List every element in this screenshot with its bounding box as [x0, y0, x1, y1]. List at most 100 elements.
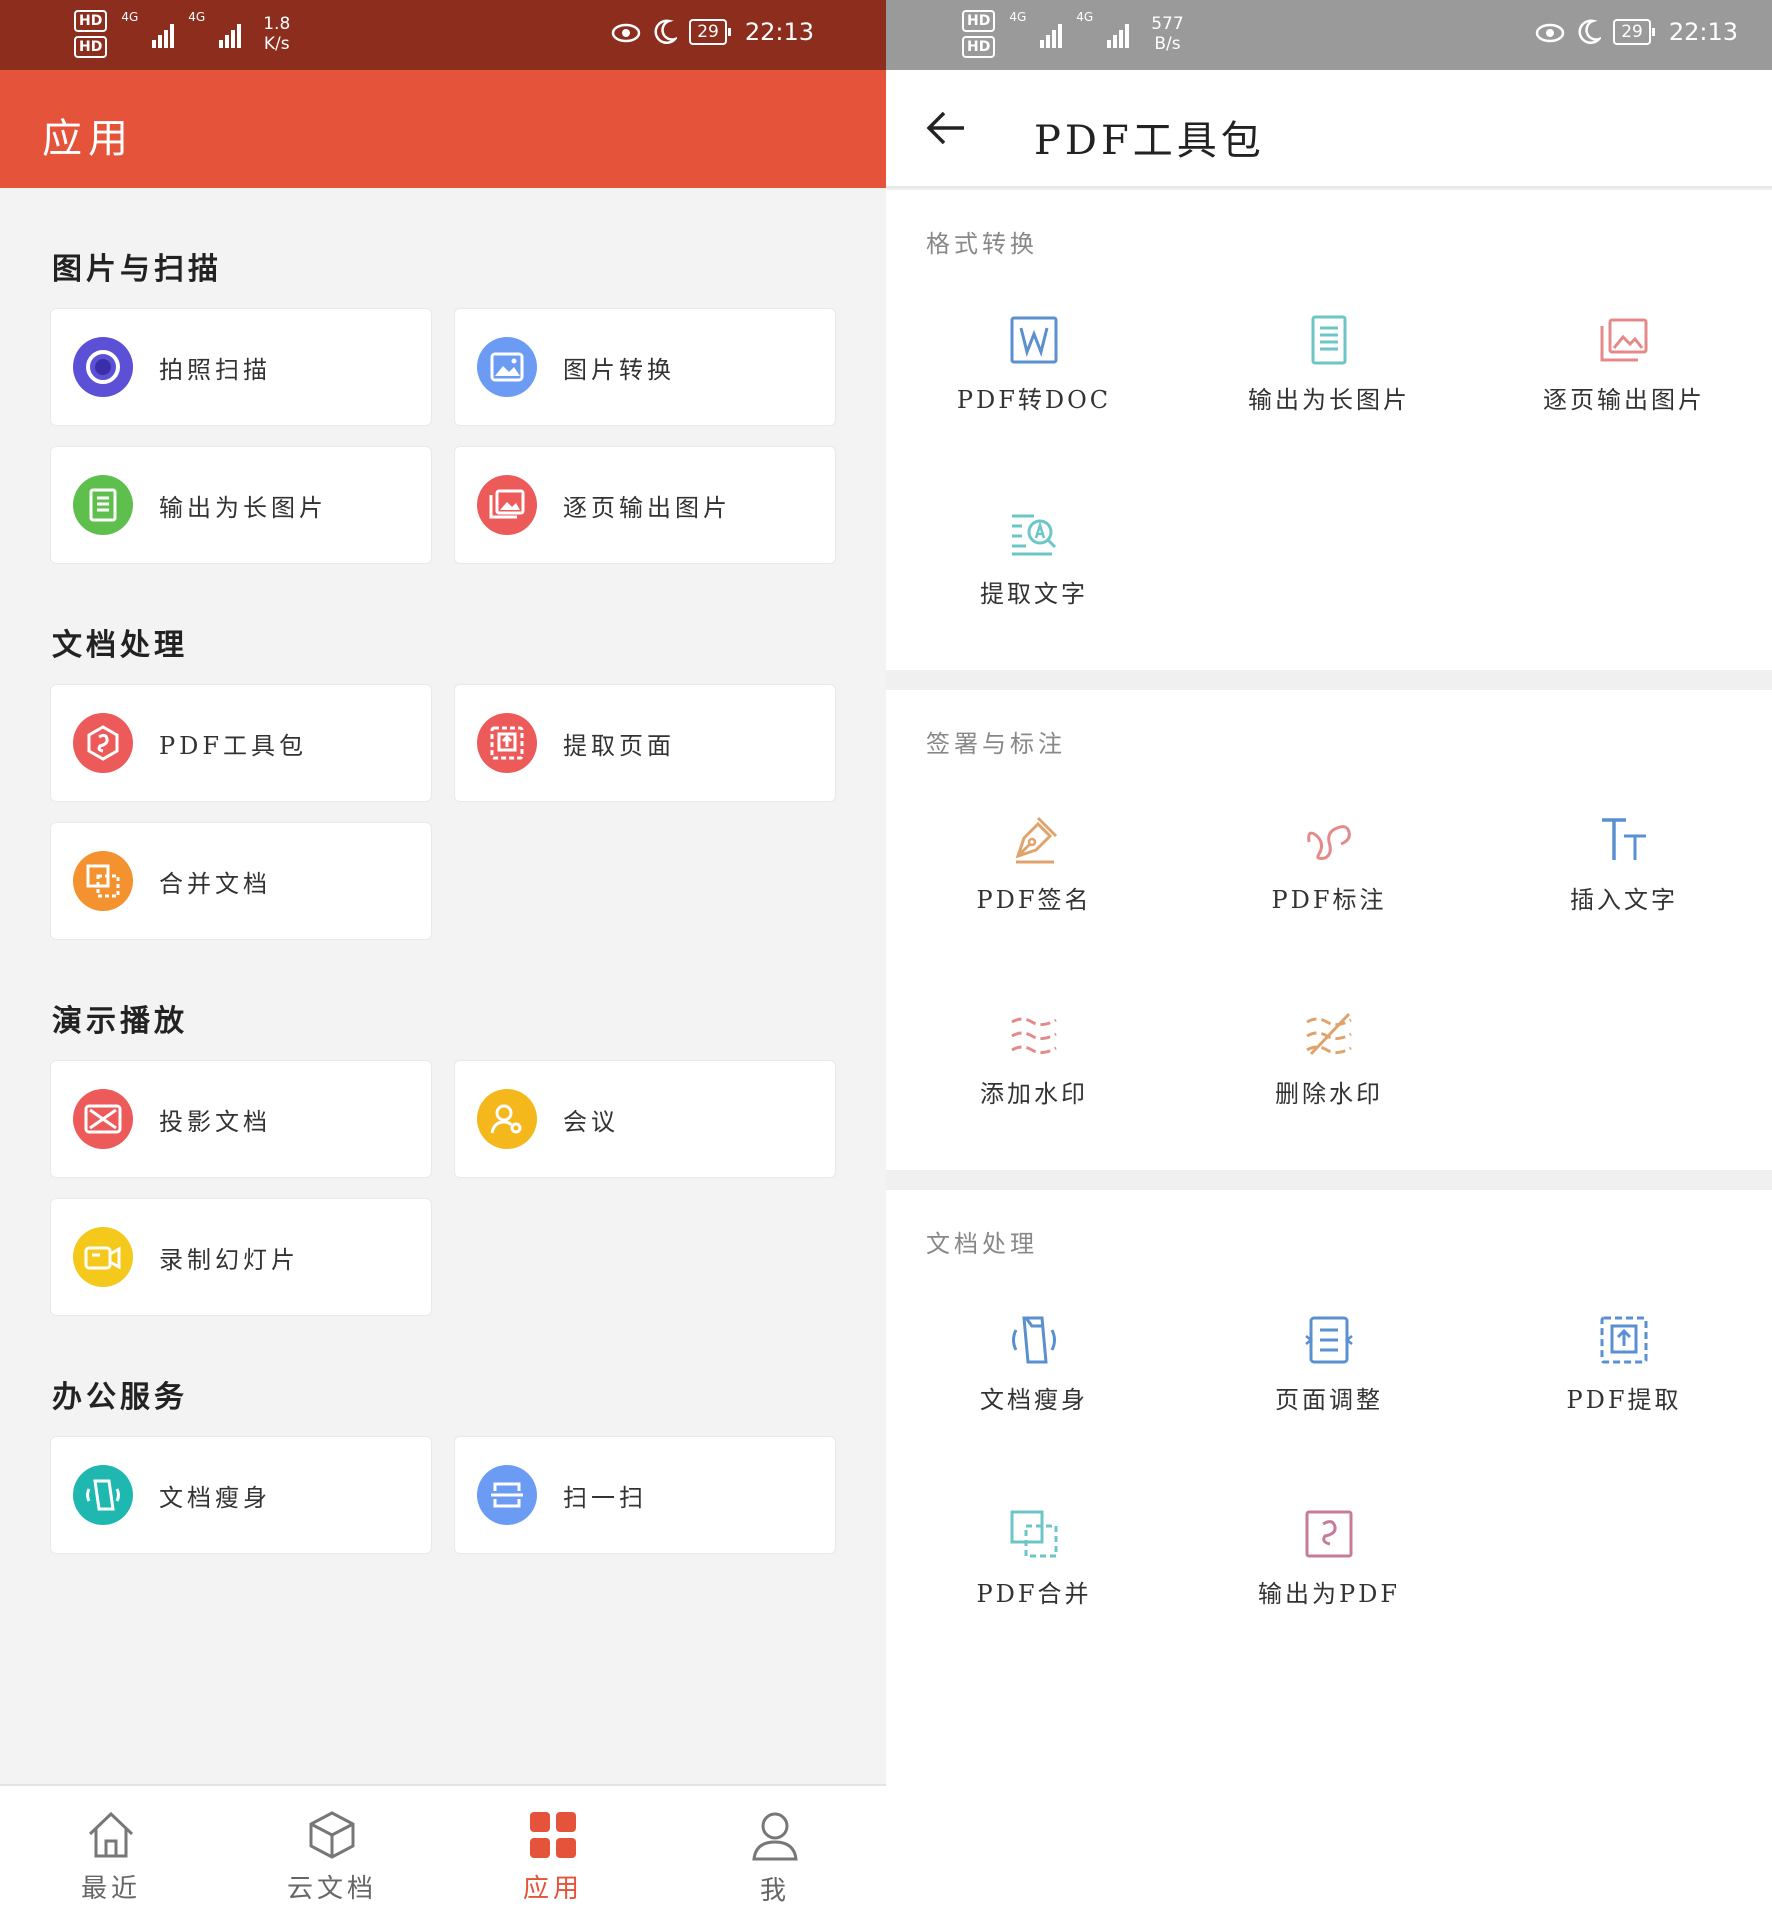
app-card-camera-scan[interactable]: 拍照扫描 [50, 308, 432, 426]
app-card-page-images[interactable]: 逐页输出图片 [454, 446, 836, 564]
tab-apps[interactable]: 应用 [483, 1786, 623, 1920]
top-bar: PDF工具包 [886, 70, 1772, 188]
tool-remove-watermark[interactable]: 删除水印 [1181, 1008, 1477, 1109]
app-card-meeting[interactable]: 会议 [454, 1060, 836, 1178]
net-speed: 1.8 K/s [263, 14, 291, 54]
record-slides-icon [73, 1227, 133, 1287]
page-adjust-icon [1305, 1316, 1353, 1364]
card-label: 提取页面 [563, 731, 675, 760]
tool-insert-text[interactable]: 插入文字 [1476, 814, 1772, 915]
tool-page-images[interactable]: 逐页输出图片 [1476, 314, 1772, 415]
signal-icon [219, 20, 242, 48]
tab-label: 我 [759, 1876, 790, 1906]
tool-label: 输出为PDF [1257, 1580, 1401, 1608]
app-card-slim-doc[interactable]: 文档瘦身 [50, 1436, 432, 1554]
apps-screen: HD HD 4G 4G 1.8 K/s 29 22:13 应用 图片与扫描 拍照… [0, 0, 886, 1920]
card-label: 拍照扫描 [159, 355, 271, 384]
bottom-tab-bar: 最近 云文档 应用 我 [0, 1784, 886, 1920]
tool-label: PDF提取 [1566, 1386, 1682, 1414]
pdf-merge-icon [1010, 1510, 1058, 1558]
card-label: 逐页输出图片 [563, 493, 731, 522]
page-images-icon [477, 475, 537, 535]
page-title: 应用 [42, 116, 134, 162]
status-time: 22:13 [1668, 18, 1738, 46]
tool-label: 逐页输出图片 [1543, 386, 1705, 414]
insert-text-icon [1602, 818, 1646, 860]
home-icon [88, 1811, 134, 1858]
app-card-projection[interactable]: 投影文档 [50, 1060, 432, 1178]
back-arrow-icon[interactable] [924, 106, 968, 150]
tool-label: 添加水印 [980, 1080, 1088, 1108]
hd-badge: HD [74, 10, 108, 32]
group-doc-processing: 文档处理 文档瘦身 页面调整 PDF提取 PDF合并 输出为PDF [886, 1190, 1772, 1920]
tool-pdf-merge[interactable]: PDF合并 [886, 1508, 1182, 1609]
group-sign-annotate: 签署与标注 PDF签名 PDF标注 插入文字 添加水印 删除水印 [886, 690, 1772, 1170]
long-image-icon [1311, 315, 1347, 365]
tab-label: 应用 [522, 1874, 583, 1904]
tool-long-image[interactable]: 输出为长图片 [1181, 314, 1477, 415]
group-title: 文档处理 [926, 1230, 1038, 1258]
status-bar: HD HD 4G 4G 1.8 K/s 29 22:13 [0, 0, 886, 70]
signal-icon [152, 20, 175, 48]
app-card-merge-doc[interactable]: 合并文档 [50, 822, 432, 940]
app-card-long-image[interactable]: 输出为长图片 [50, 446, 432, 564]
tool-page-adjust[interactable]: 页面调整 [1181, 1314, 1477, 1415]
tool-pdf-annotate[interactable]: PDF标注 [1181, 814, 1477, 915]
remove-watermark-icon [1306, 1012, 1352, 1056]
card-label: 图片转换 [563, 355, 675, 384]
page-title: PDF工具包 [1034, 118, 1265, 164]
battery-icon: 29 [1613, 19, 1655, 45]
network-type: 4G [1076, 10, 1094, 24]
camera-scan-icon [73, 337, 133, 397]
status-time: 22:13 [744, 18, 814, 46]
app-bar: 应用 [0, 70, 886, 188]
hd-badge: HD [962, 36, 996, 58]
scan-icon [477, 1465, 537, 1525]
card-label: 录制幻灯片 [159, 1245, 299, 1274]
battery-icon: 29 [689, 19, 731, 45]
tab-label: 云文档 [286, 1874, 377, 1904]
hd-badge: HD [962, 10, 996, 32]
user-icon [752, 1812, 798, 1861]
tool-label: PDF标注 [1271, 886, 1387, 914]
tool-label: 输出为长图片 [1248, 386, 1410, 414]
tab-label: 最近 [80, 1874, 141, 1904]
eye-comfort-icon [611, 23, 641, 43]
meeting-icon [477, 1089, 537, 1149]
tool-extract-text[interactable]: 提取文字 [886, 508, 1182, 609]
app-card-image-convert[interactable]: 图片转换 [454, 308, 836, 426]
image-convert-icon [477, 337, 537, 397]
pdf-toolkit-icon [73, 713, 133, 773]
tool-label: 删除水印 [1275, 1080, 1383, 1108]
tab-recent[interactable]: 最近 [41, 1786, 181, 1920]
tool-export-pdf[interactable]: 输出为PDF [1181, 1508, 1477, 1609]
apps-grid-icon [530, 1812, 576, 1858]
tab-me[interactable]: 我 [705, 1786, 845, 1920]
tab-cloud-docs[interactable]: 云文档 [262, 1786, 402, 1920]
pdf-toolkit-screen: HD HD 4G 4G 577 B/s 29 22:13 PDF工具包 格式转换 [886, 0, 1772, 1920]
card-label: 文档瘦身 [159, 1483, 271, 1512]
tool-pdf-signature[interactable]: PDF签名 [886, 814, 1182, 915]
net-speed: 577 B/s [1151, 14, 1184, 54]
network-type: 4G [121, 10, 139, 24]
status-bar: HD HD 4G 4G 577 B/s 29 22:13 [886, 0, 1772, 70]
card-label: PDF工具包 [159, 731, 308, 760]
tool-add-watermark[interactable]: 添加水印 [886, 1008, 1182, 1109]
tool-pdf-to-doc[interactable]: PDF转DOC [886, 314, 1182, 415]
signal-icon [1040, 20, 1063, 48]
extract-page-icon [477, 713, 537, 773]
app-card-record-slides[interactable]: 录制幻灯片 [50, 1198, 432, 1316]
card-label: 合并文档 [159, 869, 271, 898]
merge-doc-icon [73, 851, 133, 911]
tool-slim-doc[interactable]: 文档瘦身 [886, 1314, 1182, 1415]
app-card-extract-page[interactable]: 提取页面 [454, 684, 836, 802]
app-card-pdf-toolkit[interactable]: PDF工具包 [50, 684, 432, 802]
group-title: 签署与标注 [926, 730, 1066, 758]
signature-pen-icon [1015, 816, 1058, 864]
network-type: 4G [188, 10, 206, 24]
tool-pdf-extract[interactable]: PDF提取 [1476, 1314, 1772, 1415]
section-title: 演示播放 [52, 1004, 188, 1039]
tool-label: PDF转DOC [956, 386, 1112, 414]
hd-badge: HD [74, 36, 108, 58]
app-card-scan[interactable]: 扫一扫 [454, 1436, 836, 1554]
